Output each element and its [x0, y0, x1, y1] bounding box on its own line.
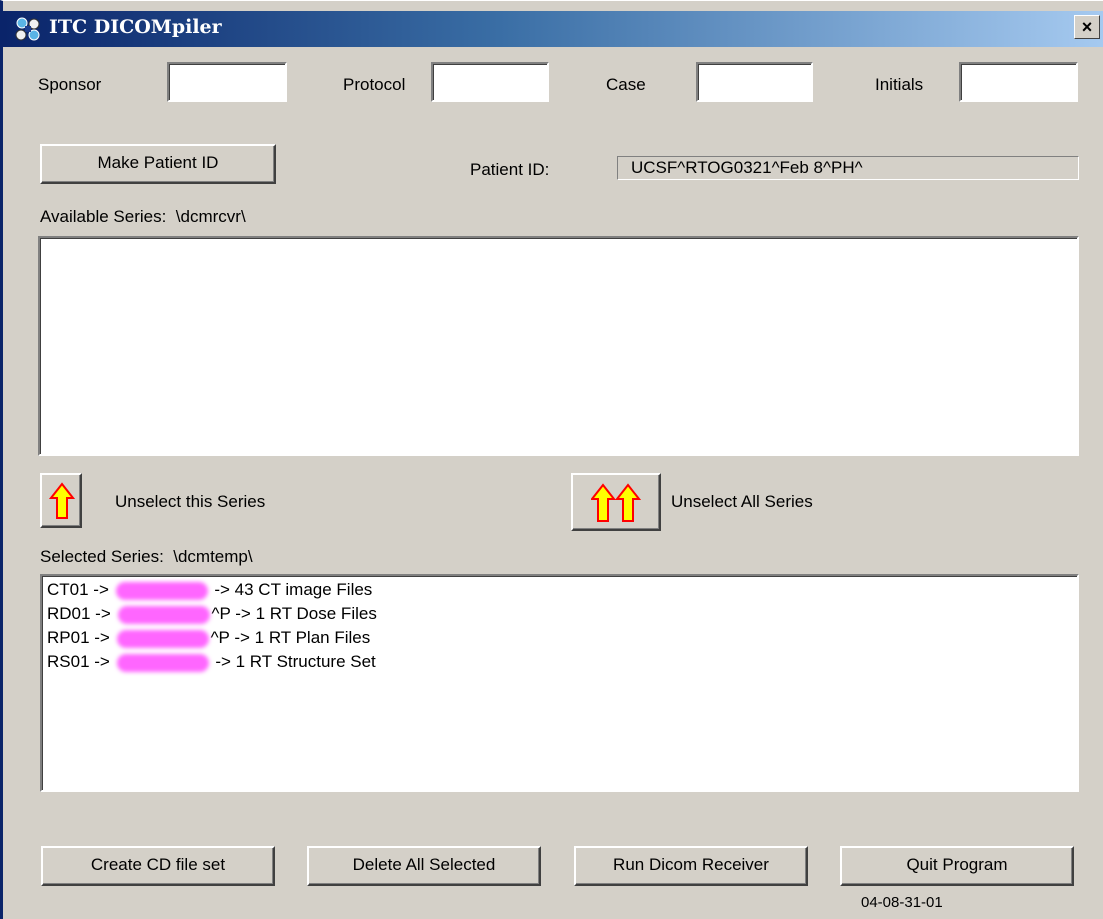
- redacted-patient-name: [115, 581, 208, 600]
- series-description: -> 1 RT Dose Files: [235, 604, 377, 623]
- make-patient-id-button[interactable]: Make Patient ID: [40, 144, 276, 184]
- redacted-patient-name: [116, 629, 209, 648]
- yellow-double-up-arrow-icon: [591, 483, 641, 522]
- unselect-all-series-label: Unselect All Series: [671, 492, 813, 511]
- protocol-label: Protocol: [343, 75, 406, 94]
- available-series-label-text: Available Series:: [40, 207, 167, 226]
- initials-label: Initials: [875, 75, 924, 94]
- dicompiler-window: ITC DICOMpiler × Sponsor Protocol Case I…: [0, 0, 1103, 919]
- series-code: RD01 ->: [47, 604, 111, 623]
- initials-field[interactable]: [959, 62, 1078, 102]
- close-button[interactable]: ×: [1074, 15, 1100, 39]
- title-bar[interactable]: ITC DICOMpiler ×: [3, 11, 1103, 47]
- series-name-suffix: ^P: [210, 628, 230, 647]
- dicompiler-app-icon: [13, 15, 43, 43]
- create-cd-file-set-button[interactable]: Create CD file set: [41, 846, 275, 886]
- patient-id-field: UCSF^RTOG0321^Feb 8^PH^: [617, 156, 1079, 180]
- series-code: CT01 ->: [47, 580, 109, 599]
- selected-series-list[interactable]: CT01 -> -> 43 CT image Files RD01 -> ^P …: [40, 574, 1079, 792]
- delete-all-selected-button[interactable]: Delete All Selected: [307, 846, 541, 886]
- version-label: 04-08-31-01: [861, 894, 943, 911]
- sponsor-field[interactable]: [167, 62, 287, 102]
- series-description: -> 43 CT image Files: [214, 580, 373, 599]
- yellow-up-arrow-icon: [49, 482, 75, 519]
- selected-series-label-text: Selected Series:: [40, 547, 164, 566]
- case-label: Case: [606, 75, 646, 94]
- window-title: ITC DICOMpiler: [49, 16, 222, 38]
- unselect-all-series-button[interactable]: [571, 473, 661, 531]
- case-field[interactable]: [696, 62, 813, 102]
- series-description: -> 1 RT Plan Files: [234, 628, 371, 647]
- list-item[interactable]: RS01 -> -> 1 RT Structure Set: [47, 650, 376, 674]
- quit-program-button[interactable]: Quit Program: [840, 846, 1074, 886]
- list-item[interactable]: RD01 -> ^P -> 1 RT Dose Files: [47, 602, 377, 626]
- series-code: RP01 ->: [47, 628, 110, 647]
- sponsor-label: Sponsor: [38, 75, 102, 94]
- series-code: RS01 ->: [47, 652, 110, 671]
- selected-series-label: Selected Series: \dcmtemp\: [40, 547, 253, 567]
- available-series-list[interactable]: [38, 236, 1079, 456]
- unselect-this-series-label: Unselect this Series: [115, 492, 266, 511]
- selected-series-path: \dcmtemp\: [173, 547, 253, 566]
- available-series-label: Available Series: \dcmrcvr\: [40, 207, 246, 227]
- available-series-path: \dcmrcvr\: [175, 207, 246, 226]
- series-description: -> 1 RT Structure Set: [215, 652, 376, 671]
- protocol-field[interactable]: [431, 62, 549, 102]
- run-dicom-receiver-button[interactable]: Run Dicom Receiver: [574, 846, 808, 886]
- redacted-patient-name: [116, 653, 209, 672]
- patient-id-label: Patient ID:: [470, 160, 550, 179]
- list-item[interactable]: CT01 -> -> 43 CT image Files: [47, 578, 372, 602]
- series-name-suffix: ^P: [211, 604, 231, 623]
- list-item[interactable]: RP01 -> ^P -> 1 RT Plan Files: [47, 626, 370, 650]
- unselect-series-button[interactable]: [40, 473, 82, 528]
- redacted-patient-name: [117, 605, 210, 624]
